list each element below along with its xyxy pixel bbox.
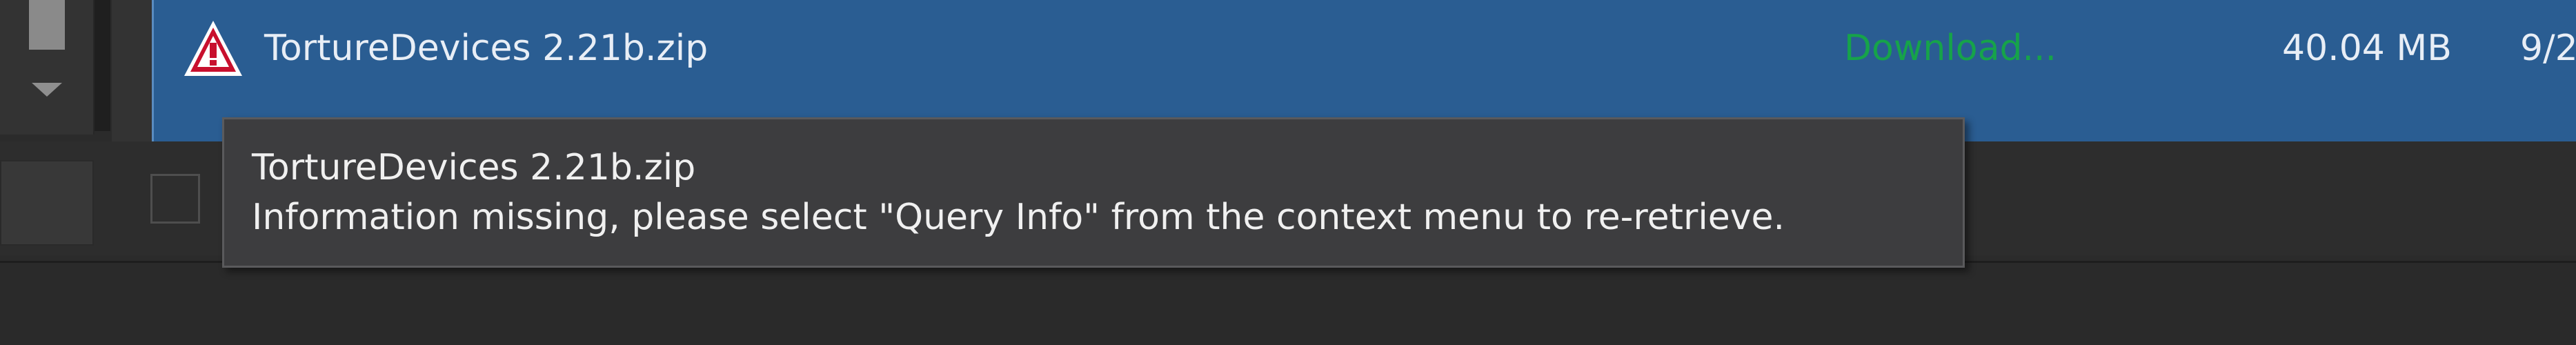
scroll-down-arrow-icon[interactable] — [28, 69, 66, 110]
option-checkbox[interactable] — [150, 174, 200, 224]
file-name: TortureDevices 2.21b.zip — [264, 28, 709, 69]
file-tooltip: TortureDevices 2.21b.zip Information mis… — [222, 117, 1965, 268]
date-added: 9/2 — [2520, 28, 2576, 69]
status-text: Download... — [1844, 28, 2057, 69]
download-manager-window: TortureDevices 2.21b.zip Download... 40.… — [0, 0, 2576, 345]
tooltip-message: Information missing, please select "Quer… — [252, 197, 1785, 238]
file-size: 40.04 MB — [2282, 28, 2452, 69]
options-left-panel — [0, 160, 94, 246]
left-pane — [0, 0, 110, 135]
scrollbar-thumb[interactable] — [29, 0, 65, 50]
tooltip-title: TortureDevices 2.21b.zip — [252, 147, 696, 188]
warning-icon — [184, 21, 242, 76]
vertical-scrollbar[interactable] — [0, 0, 95, 135]
bottom-panel — [0, 263, 2576, 345]
